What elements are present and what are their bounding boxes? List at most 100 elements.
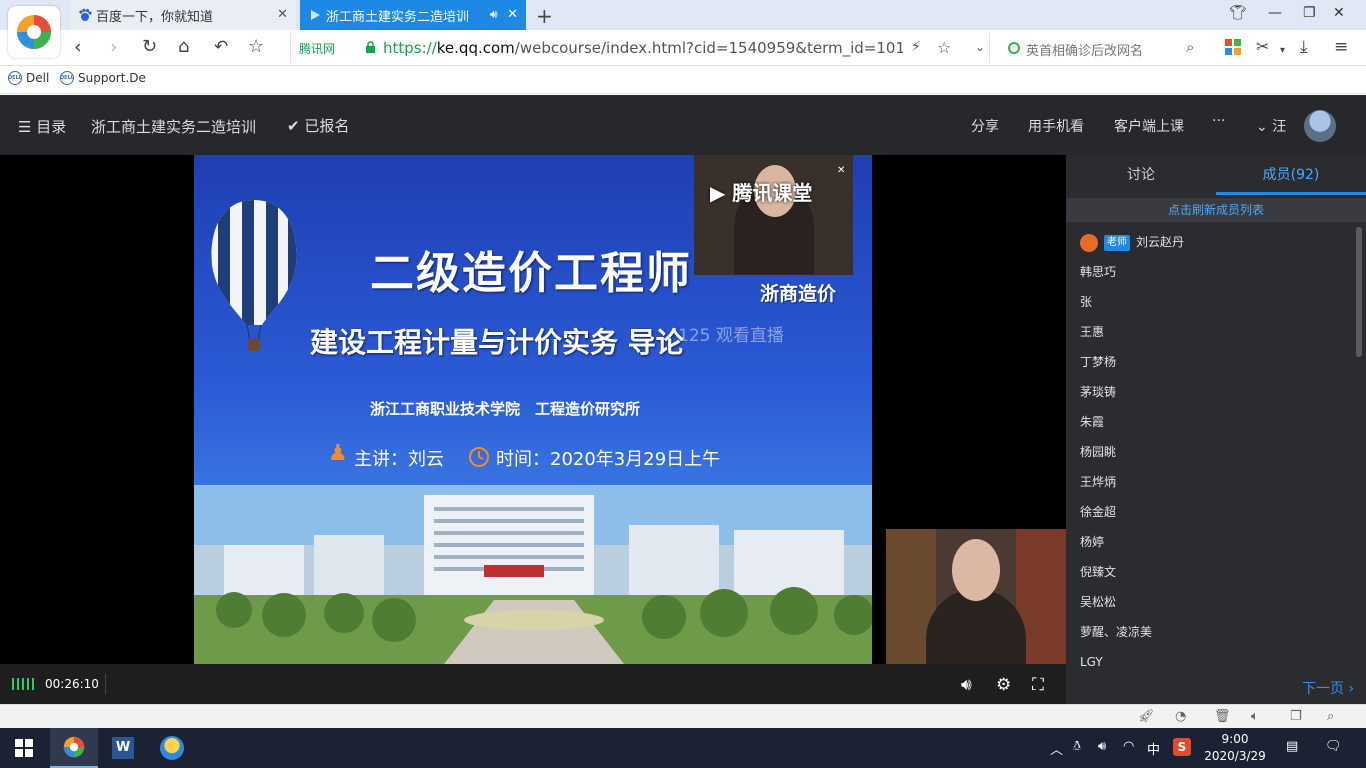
list-item[interactable]: 杨婷 [1066, 527, 1356, 557]
member-list-scrollbar[interactable] [1356, 227, 1362, 357]
list-item[interactable]: 张 [1066, 287, 1356, 317]
undo-close-icon[interactable]: ↶ [214, 36, 228, 58]
sound-icon[interactable]: 🔈︎ [1251, 709, 1259, 724]
notes-icon[interactable]: ▤ [1286, 739, 1298, 754]
notification-icon[interactable]: 🗨︎ [1325, 739, 1342, 754]
enrolled-label: 已报名 [304, 117, 350, 135]
menu-icon[interactable]: ≡ [1334, 36, 1348, 58]
url-text: https://ke.qq.com/webcourse/index.html?c… [383, 39, 903, 57]
tab-baidu[interactable]: 百度一下，你就知道 ✕ [70, 0, 296, 30]
chevron-down-icon[interactable]: ▾ [1280, 40, 1285, 62]
browser-logo-icon[interactable] [8, 6, 60, 58]
teacher-badge: 老师 [1104, 234, 1130, 251]
rocket-icon[interactable]: 🚀︎ [1138, 709, 1155, 724]
ime-indicator[interactable]: 中 [1147, 739, 1160, 758]
zoom-icon[interactable]: ⌕ [1327, 709, 1334, 724]
wifi-icon[interactable]: ◠ [1123, 739, 1134, 754]
hamburger-icon: ☰ [18, 118, 32, 136]
list-item[interactable]: 倪臻文 [1066, 557, 1356, 587]
list-item[interactable]: 丁梦杨 [1066, 347, 1356, 377]
taskbar-browser[interactable] [50, 728, 98, 768]
list-item[interactable]: 徐金超 [1066, 497, 1356, 527]
check-icon: ✔ [287, 117, 300, 135]
tab-discussion[interactable]: 讨论 [1066, 155, 1216, 195]
mobile-watch-button[interactable]: 用手机看 [1028, 116, 1084, 136]
trash-icon[interactable]: 🗑︎ [1214, 709, 1231, 724]
tab-members[interactable]: 成员(92) [1216, 155, 1366, 195]
bookmark-star-icon[interactable]: ☆ [937, 38, 951, 57]
apps-grid-icon[interactable] [1225, 39, 1241, 55]
minimize-button[interactable]: — [1268, 5, 1282, 21]
system-clock[interactable]: 9:00 2020/3/29 [1196, 731, 1274, 765]
presenter-icon: ♟ [328, 441, 348, 466]
download-icon[interactable]: ⤓ [1300, 36, 1308, 58]
lightning-icon[interactable]: ⚡︎ [911, 39, 921, 55]
forward-button[interactable]: › [110, 36, 118, 58]
viewers-watermark: 125 观看直播 [678, 326, 784, 346]
list-item[interactable]: 王惠 [1066, 317, 1356, 347]
home-icon[interactable]: ⌂ [178, 36, 189, 58]
maximize-button[interactable]: ❐ [1303, 5, 1316, 21]
search-suggestion: 英首相确诊后改网名 [1026, 44, 1144, 59]
back-button[interactable]: ‹ [74, 36, 82, 58]
reload-icon[interactable]: ↻ [142, 36, 157, 58]
skin-icon[interactable]: 👕︎ [1229, 5, 1247, 21]
list-item[interactable]: 朱霞 [1066, 407, 1356, 437]
speaker-icon[interactable]: 🔊︎ [490, 7, 498, 22]
list-item[interactable]: 萝醒、凌凉美 [1066, 617, 1356, 647]
avatar[interactable] [1304, 110, 1336, 142]
speed-icon[interactable]: ◔ [1175, 709, 1186, 724]
slide-time: 时间：2020年3月29日上午 [496, 449, 721, 470]
favorite-star-icon[interactable]: ☆ [248, 36, 264, 58]
list-item[interactable]: 杨园眺 [1066, 437, 1356, 467]
teacher-camera-feed[interactable] [886, 529, 1066, 664]
settings-gear-icon[interactable]: ⚙︎ [996, 675, 1016, 695]
bookmark-dell[interactable]: DELL Dell [8, 71, 49, 85]
list-item-teacher[interactable]: 老师 刘云赵丹 [1066, 227, 1356, 257]
volume-icon[interactable]: 🔊︎ [961, 675, 981, 695]
new-tab-button[interactable]: + [536, 4, 553, 28]
list-item[interactable]: 王烨炳 [1066, 467, 1356, 497]
address-bar[interactable]: 腾讯网 https://ke.qq.com/webcourse/index.ht… [290, 33, 990, 63]
browser-logo-icon [63, 736, 85, 758]
tab-tencent-classroom[interactable]: 浙工商土建实务二造培训 🔊︎ ✕ [300, 0, 526, 30]
tab-close-icon[interactable]: ✕ [507, 7, 518, 22]
taskbar-word[interactable]: W [99, 728, 147, 768]
next-page-button[interactable]: 下一页 › [1302, 678, 1354, 698]
share-button[interactable]: 分享 [971, 116, 999, 136]
teacher-camera-preview[interactable]: ✕ ▶︎ 腾讯课堂 [694, 155, 853, 275]
taskbar-tencent-classroom[interactable] [148, 728, 196, 768]
qq-icon[interactable]: 🐧︎ [1073, 739, 1081, 755]
more-button[interactable]: ··· [1212, 113, 1225, 129]
zheshang-logo: 浙商造价 [760, 283, 837, 305]
chevron-down-icon: ⌄ [1256, 119, 1268, 135]
catalog-button[interactable]: ☰ 目录 [18, 116, 66, 137]
list-item[interactable]: 吴松松 [1066, 587, 1356, 617]
windows-start-button[interactable] [0, 728, 48, 768]
list-item[interactable]: 韩思巧 [1066, 257, 1356, 287]
fullscreen-icon[interactable]: ⛶ [1032, 675, 1052, 695]
list-item[interactable]: 茅琰铸 [1066, 377, 1356, 407]
clock-time: 9:00 [1221, 732, 1249, 746]
scissors-icon[interactable]: ✂︎ [1256, 36, 1269, 58]
close-window-button[interactable]: ✕ [1333, 5, 1345, 21]
volume-icon[interactable]: 🔊︎ [1098, 739, 1106, 754]
baidu-paw-icon [79, 8, 92, 21]
bookmark-label: Support.De [78, 71, 146, 85]
user-name: 汪 [1272, 119, 1287, 135]
tab-close-icon[interactable]: ✕ [277, 7, 288, 22]
video-player[interactable]: 二级造价工程师 建设工程计量与计价实务 导论 125 观看直播 浙江工商职业技术… [0, 155, 1066, 664]
chevron-down-icon[interactable]: ⌄ [975, 40, 985, 54]
list-item[interactable]: LGY [1066, 647, 1356, 667]
teacher-avatar [1080, 233, 1098, 252]
user-menu[interactable]: ⌄ 汪 [1256, 116, 1286, 136]
search-icon[interactable]: ⌕ [1186, 38, 1194, 56]
close-icon[interactable]: ✕ [837, 165, 845, 176]
window-icon[interactable]: ❐ [1290, 709, 1302, 724]
refresh-members-button[interactable]: 点击刷新成员列表 [1066, 198, 1366, 222]
search-input[interactable]: 英首相确诊后改网名 ⌕ [1000, 33, 1210, 63]
sogou-ime-icon[interactable]: S [1173, 738, 1191, 756]
client-class-button[interactable]: 客户端上课 [1114, 116, 1184, 136]
chevron-up-icon[interactable]: ︿ [1050, 739, 1063, 758]
bookmark-support[interactable]: DELL Support.De [60, 71, 146, 85]
